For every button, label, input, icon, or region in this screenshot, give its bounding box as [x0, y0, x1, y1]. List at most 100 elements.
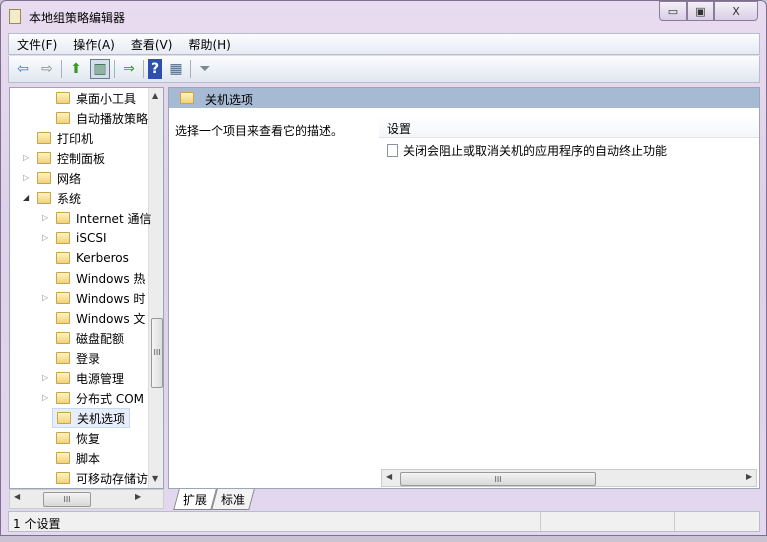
tree-item-label: Kerberos [76, 251, 129, 265]
folder-icon [57, 412, 71, 424]
expand-arrow-icon[interactable]: ▷ [42, 293, 48, 302]
tree-item[interactable]: 关机选项 [52, 408, 131, 428]
expand-arrow-icon[interactable]: ▷ [42, 393, 48, 402]
folder-icon [56, 252, 70, 264]
scroll-thumb[interactable]: III [43, 492, 91, 507]
folder-icon [37, 172, 51, 184]
tree-item[interactable]: 打印机 [33, 128, 97, 148]
expand-arrow-icon[interactable]: ▷ [42, 373, 48, 382]
tree-item-label: Windows 文 [76, 311, 146, 326]
separator [143, 60, 144, 78]
details-pane: 关机选项 选择一个项目来查看它的描述。 设置 关闭会阻止或取消关机的应用程序的自… [168, 87, 760, 489]
minimize-button[interactable]: ▭ [659, 1, 687, 21]
tree-item[interactable]: 电源管理 [52, 368, 128, 388]
tree-item-label: Internet 通信 [76, 211, 152, 226]
scroll-left-icon[interactable]: ◀ [14, 492, 20, 501]
tree-item[interactable]: 登录 [52, 348, 104, 368]
tree-item-label: 网络 [57, 171, 82, 186]
tree-item[interactable]: Kerberos [52, 248, 133, 268]
menu-file[interactable]: 文件(F) [9, 36, 65, 53]
tree-item[interactable]: 桌面小工具 [52, 88, 140, 108]
tree-item-label: Windows 热 [76, 271, 146, 286]
close-button[interactable]: X [714, 1, 758, 21]
back-icon[interactable]: ⇦ [13, 59, 33, 79]
scroll-thumb[interactable]: III [151, 318, 163, 388]
column-header-setting[interactable]: 设置 [379, 116, 759, 138]
tree-item-label: 系统 [57, 191, 82, 206]
show-hide-tree-icon[interactable]: ▥ [90, 59, 110, 79]
tree-vertical-scrollbar[interactable]: ▲ III ▼ [148, 88, 163, 488]
tree-item-label: 打印机 [57, 131, 94, 146]
list-item[interactable]: 关闭会阻止或取消关机的应用程序的自动终止功能 [387, 142, 667, 159]
status-section [675, 512, 759, 531]
maximize-button[interactable]: ▣ [687, 1, 714, 21]
help-icon[interactable]: ? [148, 59, 162, 79]
tree-item-label: 自动播放策略 [76, 111, 149, 126]
tree-view: ▲ III ▼ 桌面小工具自动播放策略打印机控制面板 ▷ 网络 ▷ 系统 ◢ Interne… [9, 87, 164, 489]
panel-title: 关机选项 [205, 93, 254, 107]
tree-item[interactable]: Windows 时 [52, 288, 149, 308]
up-folder-icon[interactable]: ⬆ [66, 59, 86, 79]
folder-icon [180, 92, 194, 104]
expand-arrow-icon[interactable]: ▷ [42, 233, 48, 242]
separator [114, 60, 115, 78]
tree-item[interactable]: iSCSI [52, 228, 111, 248]
list-horizontal-scrollbar[interactable]: ◀ III ▶ [381, 469, 757, 487]
menu-help[interactable]: 帮助(H) [180, 36, 238, 53]
tree-item-label: Windows 时 [76, 291, 146, 306]
setting-icon [387, 144, 398, 157]
menu-view[interactable]: 查看(V) [123, 36, 181, 53]
separator [190, 60, 191, 78]
scroll-thumb[interactable]: III [400, 472, 596, 486]
tree-item-label: 磁盘配额 [76, 331, 125, 346]
tree-item-label: iSCSI [76, 231, 107, 245]
tab-standard[interactable]: 标准 [211, 489, 255, 510]
expand-arrow-icon[interactable]: ▷ [42, 213, 48, 222]
tree-item[interactable]: 磁盘配额 [52, 328, 128, 348]
tree-item-label: 脚本 [76, 451, 101, 466]
tree-item[interactable]: 恢复 [52, 428, 104, 448]
folder-icon [37, 192, 51, 204]
filter-icon[interactable]: ⏷ [195, 59, 215, 79]
status-section [541, 512, 675, 531]
tree-item-label: 控制面板 [57, 151, 106, 166]
tree-item[interactable]: 系统 [33, 188, 85, 208]
tree-item[interactable]: 分布式 COM [52, 388, 148, 408]
folder-icon [56, 272, 70, 284]
tree-item[interactable]: 可移动存储访 [52, 468, 152, 488]
separator [61, 60, 62, 78]
tree-item-label: 桌面小工具 [76, 91, 137, 106]
scroll-right-icon[interactable]: ▶ [135, 492, 141, 501]
window-title: 本地组策略编辑器 [29, 11, 126, 25]
view-tabs: 扩展 标准 [168, 489, 255, 510]
scroll-left-icon[interactable]: ◀ [386, 472, 392, 481]
folder-icon [56, 92, 70, 104]
expand-arrow-icon[interactable]: ▷ [23, 153, 29, 162]
tree-item[interactable]: 控制面板 [33, 148, 109, 168]
scroll-down-icon[interactable]: ▼ [152, 474, 158, 483]
forward-icon[interactable]: ⇨ [37, 59, 57, 79]
settings-list: 设置 关闭会阻止或取消关机的应用程序的自动终止功能 ◀ III ▶ [379, 108, 759, 488]
tree-horizontal-scrollbar[interactable]: ◀ III ▶ [9, 489, 164, 509]
properties-icon[interactable]: ▦ [166, 59, 186, 79]
folder-icon [56, 472, 70, 484]
expand-arrow-icon[interactable]: ▷ [23, 173, 29, 182]
tree-item[interactable]: Windows 热 [52, 268, 149, 288]
window: 本地组策略编辑器 ▭ ▣ X 文件(F) 操作(A) 查看(V) 帮助(H) ⇦… [0, 0, 767, 536]
collapse-arrow-icon[interactable]: ◢ [23, 193, 29, 202]
tab-extended[interactable]: 扩展 [173, 489, 217, 510]
folder-icon [56, 232, 70, 244]
tree-item[interactable]: 脚本 [52, 448, 104, 468]
tree-item[interactable]: Windows 文 [52, 308, 149, 328]
folder-icon [56, 372, 70, 384]
tree-item[interactable]: Internet 通信 [52, 208, 155, 228]
scroll-up-icon[interactable]: ▲ [152, 91, 158, 100]
export-list-icon[interactable]: ⇒ [119, 59, 139, 79]
folder-icon [56, 332, 70, 344]
menu-action[interactable]: 操作(A) [65, 36, 123, 53]
tree-item-label: 电源管理 [76, 371, 125, 386]
tree-item[interactable]: 网络 [33, 168, 85, 188]
scroll-right-icon[interactable]: ▶ [746, 472, 752, 481]
folder-icon [56, 312, 70, 324]
tree-item[interactable]: 自动播放策略 [52, 108, 152, 128]
